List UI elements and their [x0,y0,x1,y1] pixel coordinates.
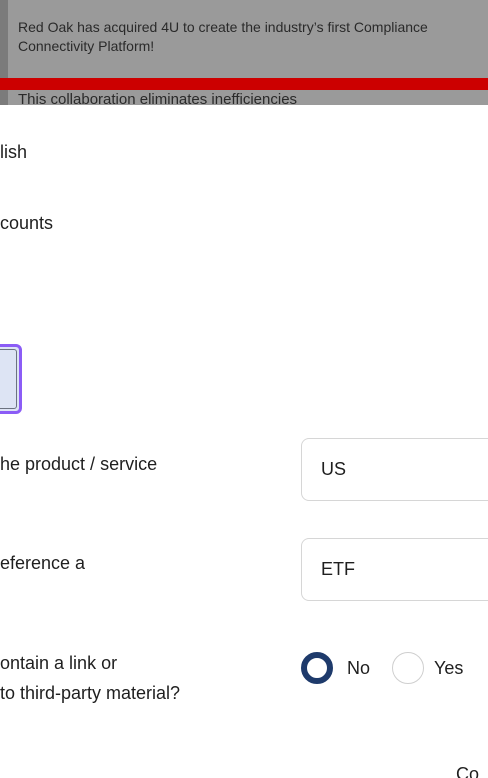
footer-button-label[interactable]: Co [456,764,479,778]
radio-yes[interactable] [392,652,425,684]
reference-value: ETF [321,559,355,579]
radio-no-label[interactable]: No [347,658,370,679]
reference-select[interactable]: ETF [301,538,488,601]
announcement-banner: Red Oak has acquired 4U to create the in… [0,0,488,105]
third-party-link-label-2: to third-party material? [0,683,181,703]
third-party-link-label: ontain a link or [0,653,118,673]
radio-yes-label[interactable]: Yes [434,658,463,679]
product-service-select[interactable]: US [301,438,488,501]
language-label: lish [0,142,28,162]
product-service-value: US [321,459,347,479]
radio-no[interactable] [301,652,333,684]
banner-headline: Red Oak has acquired 4U to create the in… [18,19,428,54]
accounts-label: counts [0,213,54,233]
banner-accent-bar [0,78,488,90]
focused-input[interactable] [0,344,22,414]
banner-body-text: This collaboration eliminates inefficien… [18,91,298,105]
product-service-label: he product / service [0,454,158,474]
reference-label: eference a [0,553,86,573]
third-party-link-radio-group: No Yes [301,651,463,685]
